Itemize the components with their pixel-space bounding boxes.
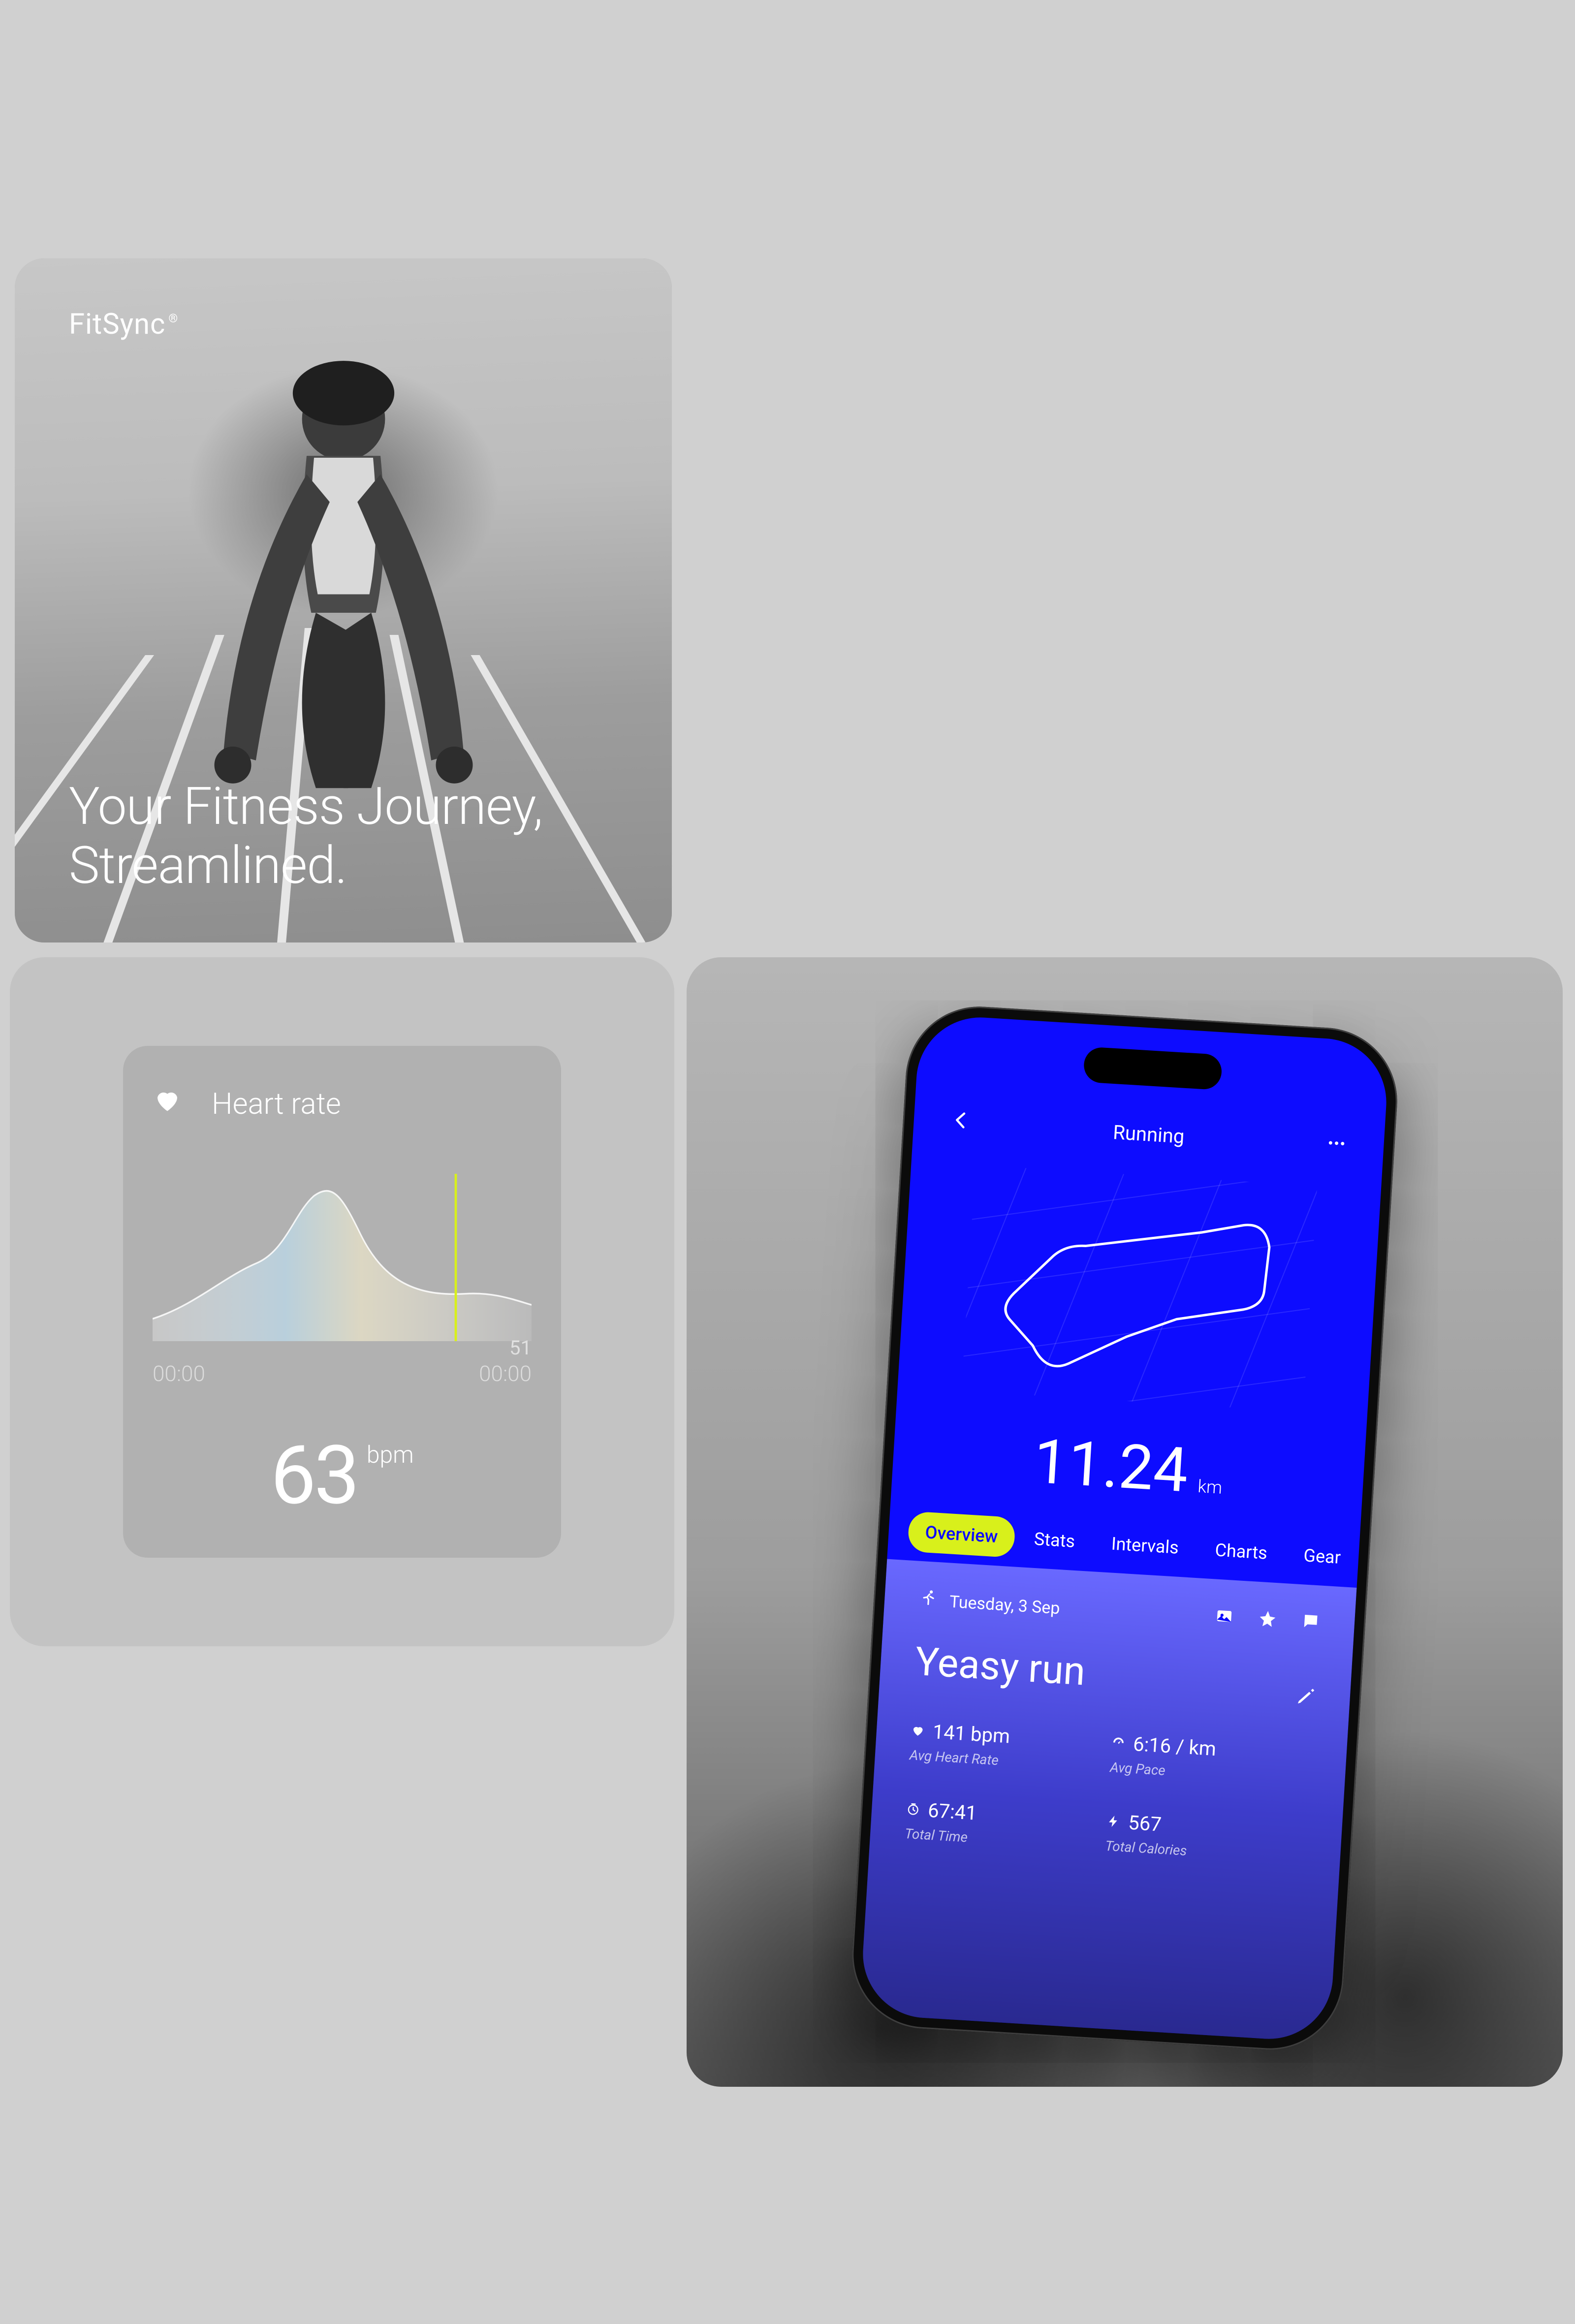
stat-total-time: 67:41 Total Time (904, 1797, 1107, 1854)
heart-rate-title: Heart rate (212, 1086, 341, 1121)
time-end: 00:00 (479, 1361, 532, 1386)
clock-icon (906, 1797, 921, 1822)
tab-gear[interactable]: Gear (1286, 1534, 1358, 1579)
dynamic-island (1083, 1046, 1223, 1090)
stat-value: 141 bpm (932, 1720, 1011, 1748)
app-screen: Running (859, 1014, 1390, 2043)
heart-rate-value: 63 bpm (123, 1428, 561, 1523)
distance-unit: km (1197, 1476, 1223, 1498)
back-button[interactable] (950, 1109, 972, 1136)
runner-icon (918, 1588, 939, 1612)
activity-date: Tuesday, 3 Sep (918, 1588, 1061, 1620)
hero-card: FitSync ® Your Fitness Journey, Streamli… (15, 258, 672, 942)
tab-charts[interactable]: Charts (1197, 1529, 1285, 1574)
app-header: Running (913, 1107, 1384, 1161)
activity-title: Yeasy run (914, 1638, 1087, 1695)
stat-value: 567 (1128, 1811, 1162, 1836)
tagline-line1: Your Fitness Journey, (69, 777, 542, 837)
panel-title-row: Yeasy run (914, 1638, 1318, 1709)
tagline-line2: Streamlined. (69, 836, 542, 896)
stat-value: 6:16 / km (1133, 1732, 1217, 1760)
stat-avg-pace: 6:16 / km Avg Pace (1109, 1731, 1313, 1788)
stat-value: 67:41 (927, 1799, 977, 1825)
screen-title: Running (1112, 1121, 1185, 1148)
stat-avg-heart-rate: 141 bpm Avg Heart Rate (909, 1719, 1112, 1775)
brand-logo: FitSync ® (69, 308, 178, 341)
phone-frame: Running (848, 1002, 1401, 2054)
sprinter-silhouette (157, 354, 531, 797)
date-text: Tuesday, 3 Sep (949, 1592, 1061, 1618)
heart-icon (153, 1085, 182, 1122)
bolt-icon (1106, 1810, 1121, 1834)
heart-rate-widget: Heart rate 51 00:00 (123, 1046, 561, 1558)
panel-header: Tuesday, 3 Sep (918, 1588, 1321, 1636)
detail-panel: Tuesday, 3 Sep Yeasy run (859, 1559, 1357, 2043)
distance-readout: 11.24 km (891, 1416, 1365, 1517)
speed-icon (1111, 1731, 1126, 1755)
tab-overview[interactable]: Overview (907, 1511, 1015, 1558)
phone-card: Running (687, 957, 1563, 2087)
edit-icon[interactable] (1295, 1686, 1316, 1709)
heart-rate-card: Heart rate 51 00:00 (10, 957, 674, 1646)
chat-icon[interactable] (1300, 1611, 1321, 1635)
stats-grid: 141 bpm Avg Heart Rate 6:16 / km Avg Pac… (904, 1719, 1313, 1866)
tab-stats[interactable]: Stats (1016, 1518, 1093, 1563)
star-icon[interactable] (1258, 1609, 1278, 1633)
distance-value: 11.24 (1032, 1425, 1190, 1507)
heart-rate-chart (153, 1174, 532, 1341)
photo-icon[interactable] (1214, 1606, 1234, 1631)
stat-total-calories: 567 Total Calories (1105, 1810, 1308, 1866)
heart-rate-marker-value: 51 (509, 1336, 532, 1359)
brand-name: FitSync (69, 308, 165, 341)
more-button[interactable] (1325, 1132, 1348, 1159)
heart-rate-timeline: 00:00 00:00 (153, 1361, 532, 1386)
tab-intervals[interactable]: Intervals (1093, 1522, 1197, 1569)
heart-icon (911, 1719, 926, 1743)
route-map[interactable] (961, 1165, 1317, 1412)
time-start: 00:00 (153, 1361, 205, 1386)
bpm-unit: bpm (367, 1441, 414, 1469)
brand-mark: ® (168, 312, 178, 341)
bpm-number: 63 (270, 1428, 357, 1523)
hero-tagline: Your Fitness Journey, Streamlined. (69, 777, 542, 896)
